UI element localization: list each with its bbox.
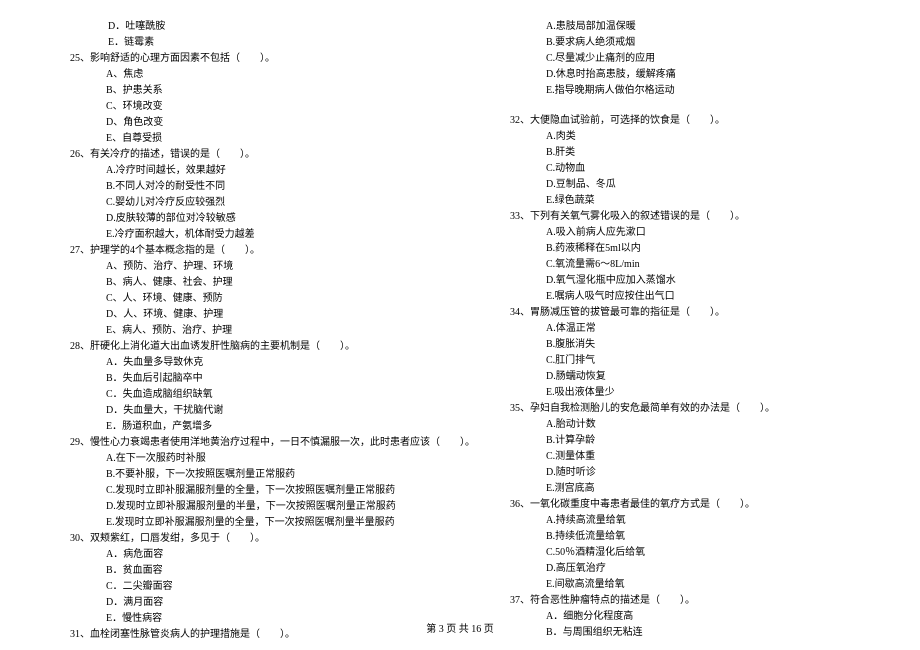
question-25: 25、影响舒适的心理方面因素不包括（ ）。 — [70, 52, 420, 66]
left-column: D．吐噻酰胺 E．链霉素 25、影响舒适的心理方面因素不包括（ ）。 A、焦虑 … — [0, 20, 460, 644]
question-34: 34、胃肠减压管的拔管最可靠的指征是（ ）。 — [510, 306, 860, 320]
option-d: D.休息时抬高患肢，缓解疼痛 — [510, 68, 860, 82]
question-29: 29、慢性心力衰竭患者使用洋地黄治疗过程中，一日不慎漏服一次，此时患者应该（ ）… — [70, 436, 420, 450]
option-c: C．二尖瓣面容 — [70, 580, 420, 594]
option-c: C.氧流量需6～8L/min — [510, 258, 860, 272]
option-a: A.持续高流量给氧 — [510, 514, 860, 528]
option-e: E.测宫底高 — [510, 482, 860, 496]
option-b: B.腹胀消失 — [510, 338, 860, 352]
option-b: B．贫血面容 — [70, 564, 420, 578]
option-e: E.绿色蔬菜 — [510, 194, 860, 208]
option-b: B．失血后引起脑卒中 — [70, 372, 420, 386]
question-35: 35、孕妇自我检测胎儿的安危最简单有效的办法是（ ）。 — [510, 402, 860, 416]
question-33: 33、下列有关氧气雾化吸入的叙述错误的是（ ）。 — [510, 210, 860, 224]
option-e: E、自尊受损 — [70, 132, 420, 146]
question-36: 36、一氧化碳重度中毒患者最佳的氧疗方式是（ ）。 — [510, 498, 860, 512]
option-e: E.冷疗面积越大，机体耐受力越差 — [70, 228, 420, 242]
question-37: 37、符合恶性肿瘤特点的描述是（ ）。 — [510, 594, 860, 608]
question-32: 32、大便隐血试验前，可选择的饮食是（ ）。 — [510, 114, 860, 128]
option-d: D.发现时立即补服漏服剂量的半量，下一次按照医嘱剂量正常服药 — [70, 500, 420, 514]
option-b: B.持续低流量给氧 — [510, 530, 860, 544]
option-c: C、人、环境、健康、预防 — [70, 292, 420, 306]
option-d: D．满月面容 — [70, 596, 420, 610]
option-d: D.随时听诊 — [510, 466, 860, 480]
option-c: C．失血造成脑组织缺氧 — [70, 388, 420, 402]
option-e: E.吸出液体量少 — [510, 386, 860, 400]
option-b: B.要求病人绝须戒烟 — [510, 36, 860, 50]
option-a: A．病危面容 — [70, 548, 420, 562]
option-e: E.发现时立即补服漏服剂量的全量，下一次按照医嘱剂量半量服药 — [70, 516, 420, 530]
option-a: A.冷疗时间越长，效果越好 — [70, 164, 420, 178]
option-b: B、病人、健康、社会、护理 — [70, 276, 420, 290]
option-a: A．失血量多导致休克 — [70, 356, 420, 370]
option-a: A.肉类 — [510, 130, 860, 144]
option-b: B.药液稀释在5ml以内 — [510, 242, 860, 256]
option-d: D.皮肤较薄的部位对冷较敏感 — [70, 212, 420, 226]
option-a: A.体温正常 — [510, 322, 860, 336]
option-b: B.肝类 — [510, 146, 860, 160]
question-30: 30、双颊紫红，口唇发绀，多见于（ ）。 — [70, 532, 420, 546]
option-e: E．肠道积血，产氨增多 — [70, 420, 420, 434]
spacer — [510, 100, 860, 114]
option-e: E、病人、预防、治疗、护理 — [70, 324, 420, 338]
option-c: C.婴幼儿对冷疗反应较强烈 — [70, 196, 420, 210]
option-d: D、人、环境、健康、护理 — [70, 308, 420, 322]
option-b: B、护患关系 — [70, 84, 420, 98]
option-b: B.不要补服，下一次按照医嘱剂量正常服药 — [70, 468, 420, 482]
option-a: A.吸入前病人应先漱口 — [510, 226, 860, 240]
option-c: C.尽量减少止痛剂的应用 — [510, 52, 860, 66]
option-d: D．吐噻酰胺 — [70, 20, 420, 34]
option-d: D.氧气湿化瓶中应加入蒸馏水 — [510, 274, 860, 288]
option-c: C.测量体重 — [510, 450, 860, 464]
question-27: 27、护理学的4个基本概念指的是（ ）。 — [70, 244, 420, 258]
option-e: E.间歇高流量给氧 — [510, 578, 860, 592]
option-d: D.肠蠕动恢复 — [510, 370, 860, 384]
option-a: A、预防、治疗、护理、环境 — [70, 260, 420, 274]
option-a: A.胎动计数 — [510, 418, 860, 432]
option-c: C.发现时立即补服漏服剂量的全量，下一次按照医嘱剂量正常服药 — [70, 484, 420, 498]
option-c: C.动物血 — [510, 162, 860, 176]
option-c: C、环境改变 — [70, 100, 420, 114]
option-b: B.计算孕龄 — [510, 434, 860, 448]
option-c: C.50％酒精湿化后给氧 — [510, 546, 860, 560]
option-a: A.患肢局部加温保暖 — [510, 20, 860, 34]
option-d: D.高压氧治疗 — [510, 562, 860, 576]
right-column: A.患肢局部加温保暖 B.要求病人绝须戒烟 C.尽量减少止痛剂的应用 D.休息时… — [460, 20, 920, 644]
question-28: 28、肝硬化上消化道大出血诱发肝性脑病的主要机制是（ ）。 — [70, 340, 420, 354]
option-e: E.嘱病人吸气时应按住出气口 — [510, 290, 860, 304]
option-c: C.肛门排气 — [510, 354, 860, 368]
option-d: D.豆制品、冬瓜 — [510, 178, 860, 192]
question-26: 26、有关冷疗的描述，错误的是（ ）。 — [70, 148, 420, 162]
option-d: D．失血量大，干扰脑代谢 — [70, 404, 420, 418]
option-e: E．链霉素 — [70, 36, 420, 50]
option-a: A.在下一次服药时补服 — [70, 452, 420, 466]
option-b: B.不同人对冷的耐受性不同 — [70, 180, 420, 194]
exam-page: D．吐噻酰胺 E．链霉素 25、影响舒适的心理方面因素不包括（ ）。 A、焦虑 … — [0, 0, 920, 644]
option-e: E.指导晚期病人做伯尔格运动 — [510, 84, 860, 98]
option-a: A、焦虑 — [70, 68, 420, 82]
page-footer: 第 3 页 共 16 页 — [0, 620, 920, 635]
option-d: D、角色改变 — [70, 116, 420, 130]
